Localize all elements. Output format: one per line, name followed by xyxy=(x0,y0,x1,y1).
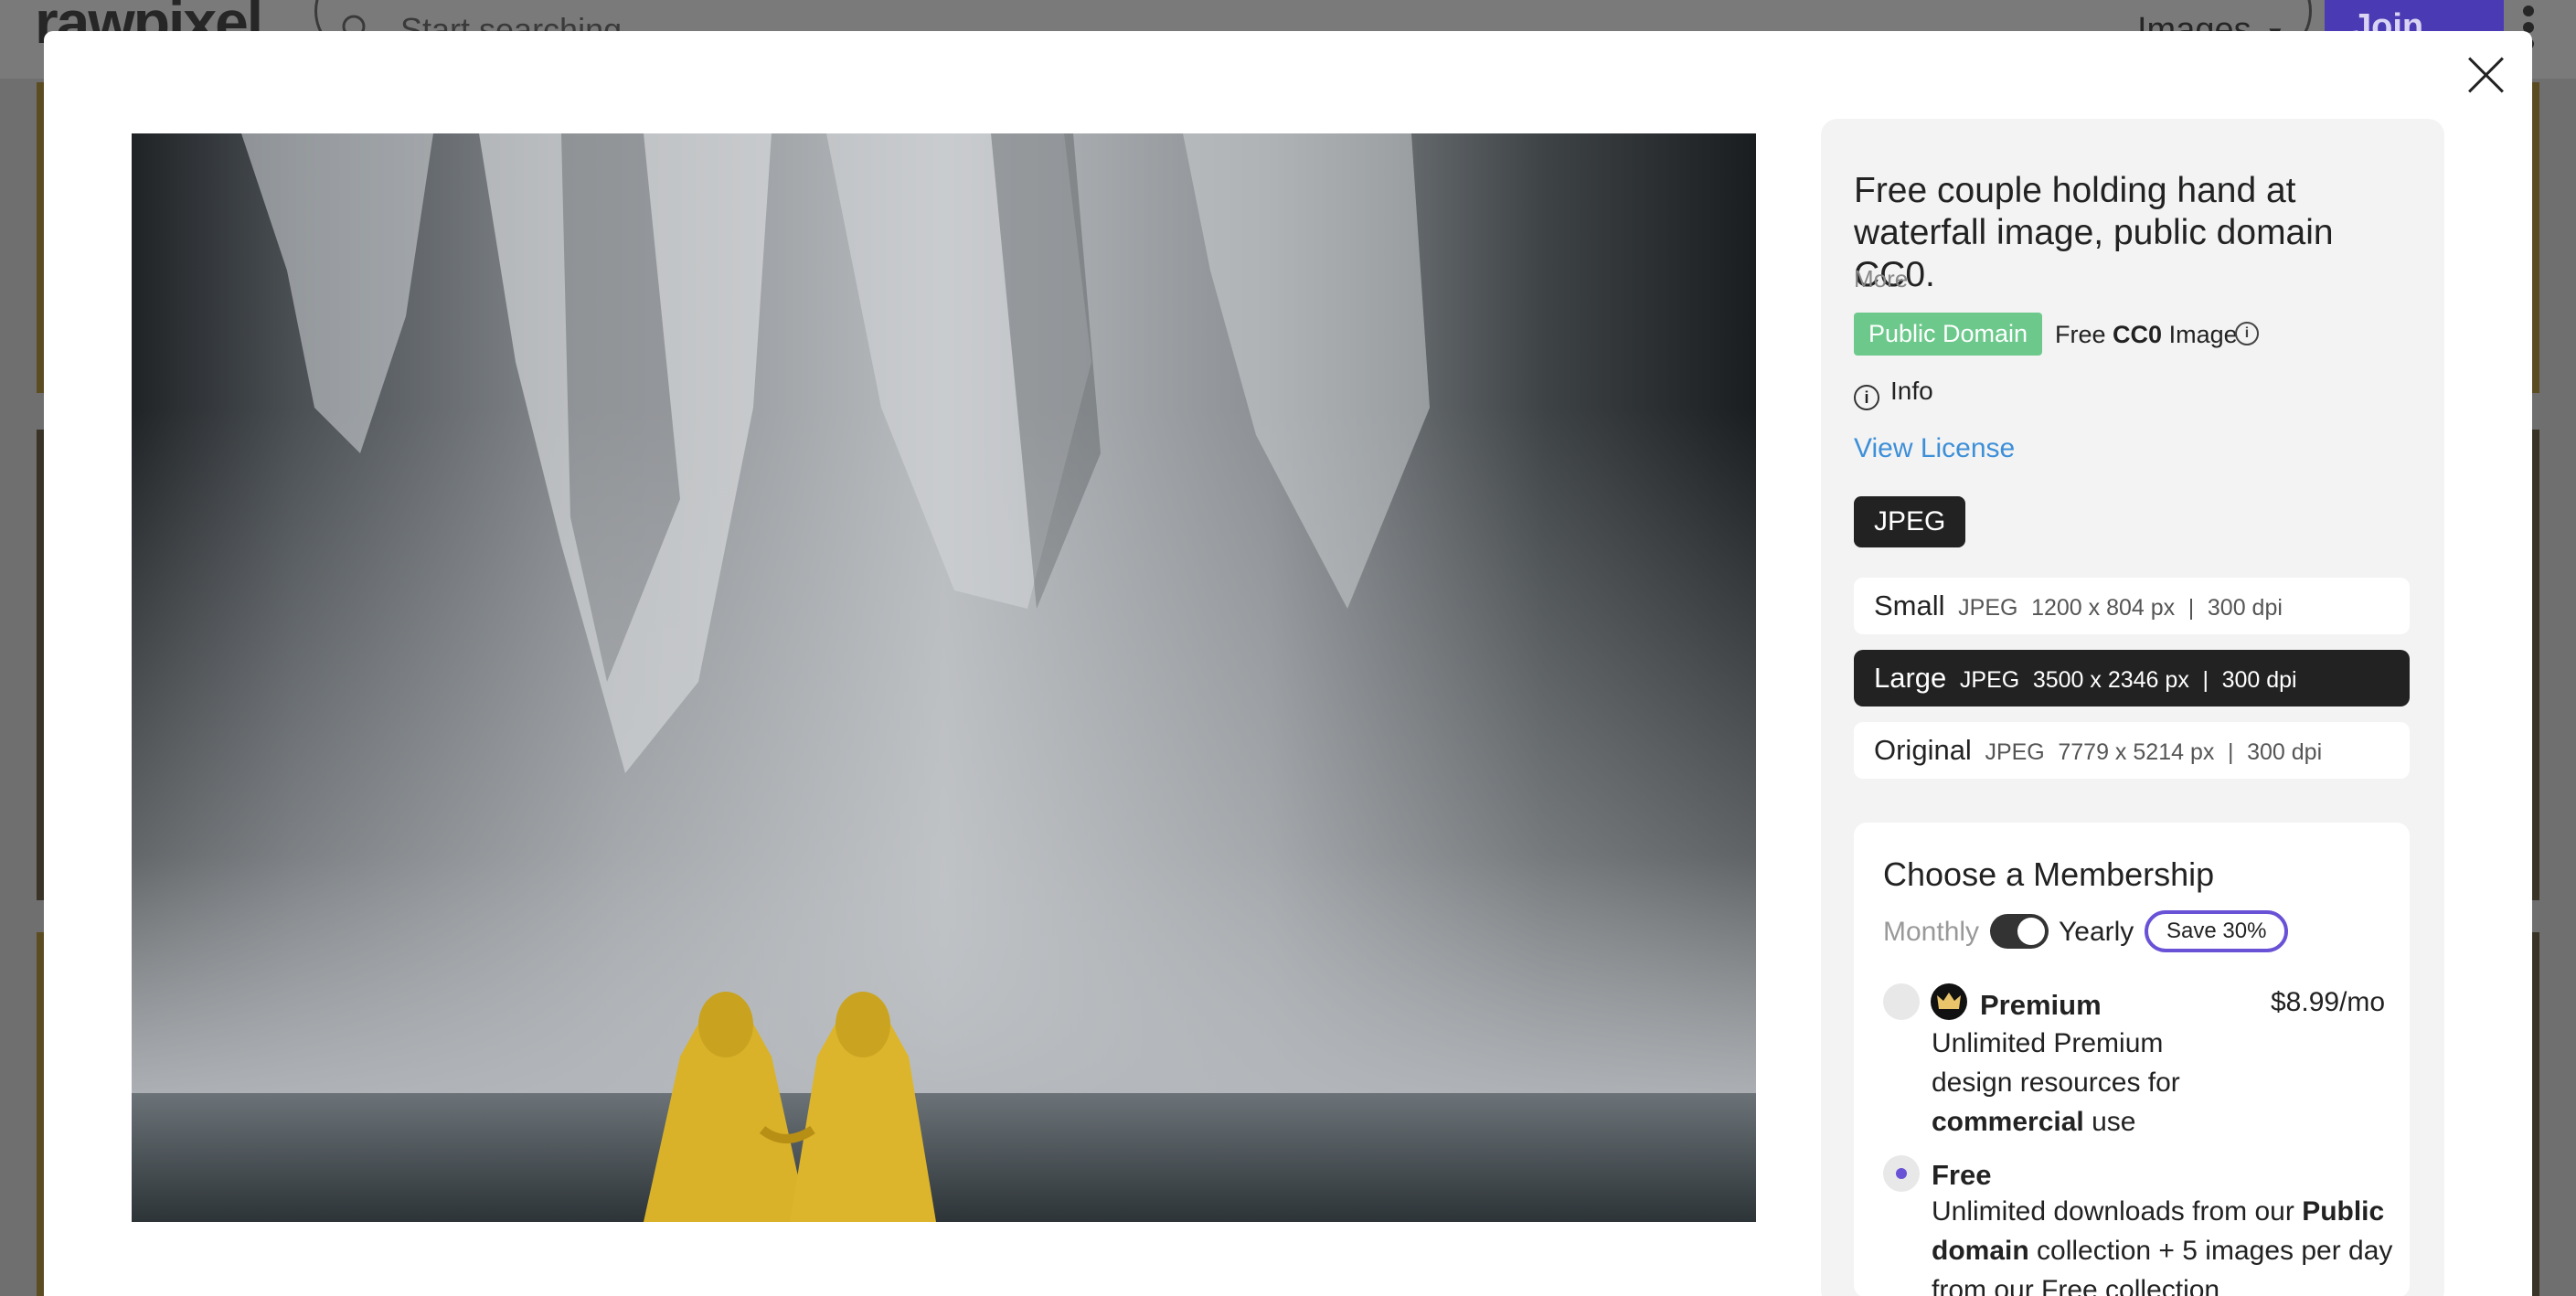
size-option-original[interactable]: Original JPEG 7779 x 5214 px | 300 dpi xyxy=(1854,722,2410,779)
size-dims: 3500 x 2346 px xyxy=(2032,667,2189,693)
crown-icon xyxy=(1931,983,1967,1020)
license-label: Free CC0 Image xyxy=(2055,321,2238,349)
info-icon[interactable]: i xyxy=(2235,322,2259,345)
size-separator: | xyxy=(2227,739,2234,765)
size-name: Large xyxy=(1874,662,1947,694)
size-dims: 7779 x 5214 px xyxy=(2058,739,2215,765)
background-tile xyxy=(2532,82,2539,393)
plan-radio-free[interactable] xyxy=(1883,1155,1920,1192)
membership-title: Choose a Membership xyxy=(1883,855,2215,893)
background-tile xyxy=(2532,430,2539,900)
license-image-text: Image xyxy=(2168,321,2238,348)
image-title: Free couple holding hand at waterfall im… xyxy=(1854,171,2334,294)
plan-desc-bold: commercial xyxy=(1932,1107,2084,1137)
plan-name-premium: Premium xyxy=(1980,989,2102,1021)
plan-desc-text: collection + 5 images per day xyxy=(2037,1236,2393,1266)
size-option-large[interactable]: Large JPEG 3500 x 2346 px | 300 dpi xyxy=(1854,650,2410,706)
info-toggle[interactable]: i Info xyxy=(1854,377,1933,410)
background-tile xyxy=(2532,932,2539,1296)
license-free-text: Free xyxy=(2055,321,2106,348)
plan-desc-bold: Public xyxy=(2302,1196,2385,1227)
size-format: JPEG xyxy=(1959,667,2020,693)
public-domain-badge[interactable]: Public Domain xyxy=(1854,313,2043,356)
plan-name-free: Free xyxy=(1932,1159,1992,1191)
plan-price-premium: $8.99/mo xyxy=(2271,987,2386,1017)
size-separator: | xyxy=(2187,595,2195,621)
info-circle-icon: i xyxy=(1854,385,1879,410)
plan-desc-line: domain collection + 5 images per day xyxy=(1932,1231,2392,1270)
plan-desc-line: Unlimited Premium xyxy=(1932,1028,2164,1058)
size-format: JPEG xyxy=(1958,595,2018,621)
view-license-link[interactable]: View License xyxy=(1854,433,2015,464)
license-cc0-text: CC0 xyxy=(2113,321,2163,348)
plan-desc-line: Unlimited downloads from our Public xyxy=(1932,1192,2392,1231)
format-tab-jpeg[interactable]: JPEG xyxy=(1854,496,1966,547)
plan-radio-premium[interactable] xyxy=(1883,983,1920,1020)
waterfall-image xyxy=(132,133,1756,1222)
info-label: Info xyxy=(1890,377,1933,405)
plan-desc-free: Unlimited downloads from our Public doma… xyxy=(1932,1192,2392,1296)
size-dpi: 300 dpi xyxy=(2221,667,2297,693)
plan-desc-text: Unlimited downloads from our xyxy=(1932,1196,2294,1227)
main-photo[interactable] xyxy=(132,133,1756,1222)
save-badge: Save 30% xyxy=(2145,910,2289,952)
more-link[interactable]: More xyxy=(1854,265,1908,293)
plan-desc-line: design resources for xyxy=(1932,1068,2180,1098)
size-separator: | xyxy=(2202,667,2209,693)
size-option-small[interactable]: Small JPEG 1200 x 804 px | 300 dpi xyxy=(1854,578,2410,634)
plan-desc-text: use xyxy=(2092,1107,2136,1137)
billing-toggle[interactable] xyxy=(1990,914,2049,949)
size-dpi: 300 dpi xyxy=(2207,595,2283,621)
close-icon[interactable] xyxy=(2468,57,2505,93)
plan-desc-line: from our Free collection xyxy=(1932,1275,2220,1296)
plan-desc-premium: Unlimited Premium design resources for c… xyxy=(1932,1024,2180,1142)
size-dims: 1200 x 804 px xyxy=(2031,595,2176,621)
billing-yearly-label[interactable]: Yearly xyxy=(2059,917,2134,948)
plan-desc-line: commercial use xyxy=(1932,1102,2180,1142)
membership-card: Choose a Membership Monthly Yearly Save … xyxy=(1854,823,2410,1296)
size-dpi: 300 dpi xyxy=(2247,739,2323,765)
billing-monthly-label[interactable]: Monthly xyxy=(1883,917,1979,948)
size-name: Original xyxy=(1874,734,1972,766)
size-name: Small xyxy=(1874,590,1945,621)
size-format: JPEG xyxy=(1985,739,2045,765)
plan-desc-bold: domain xyxy=(1932,1236,2029,1266)
